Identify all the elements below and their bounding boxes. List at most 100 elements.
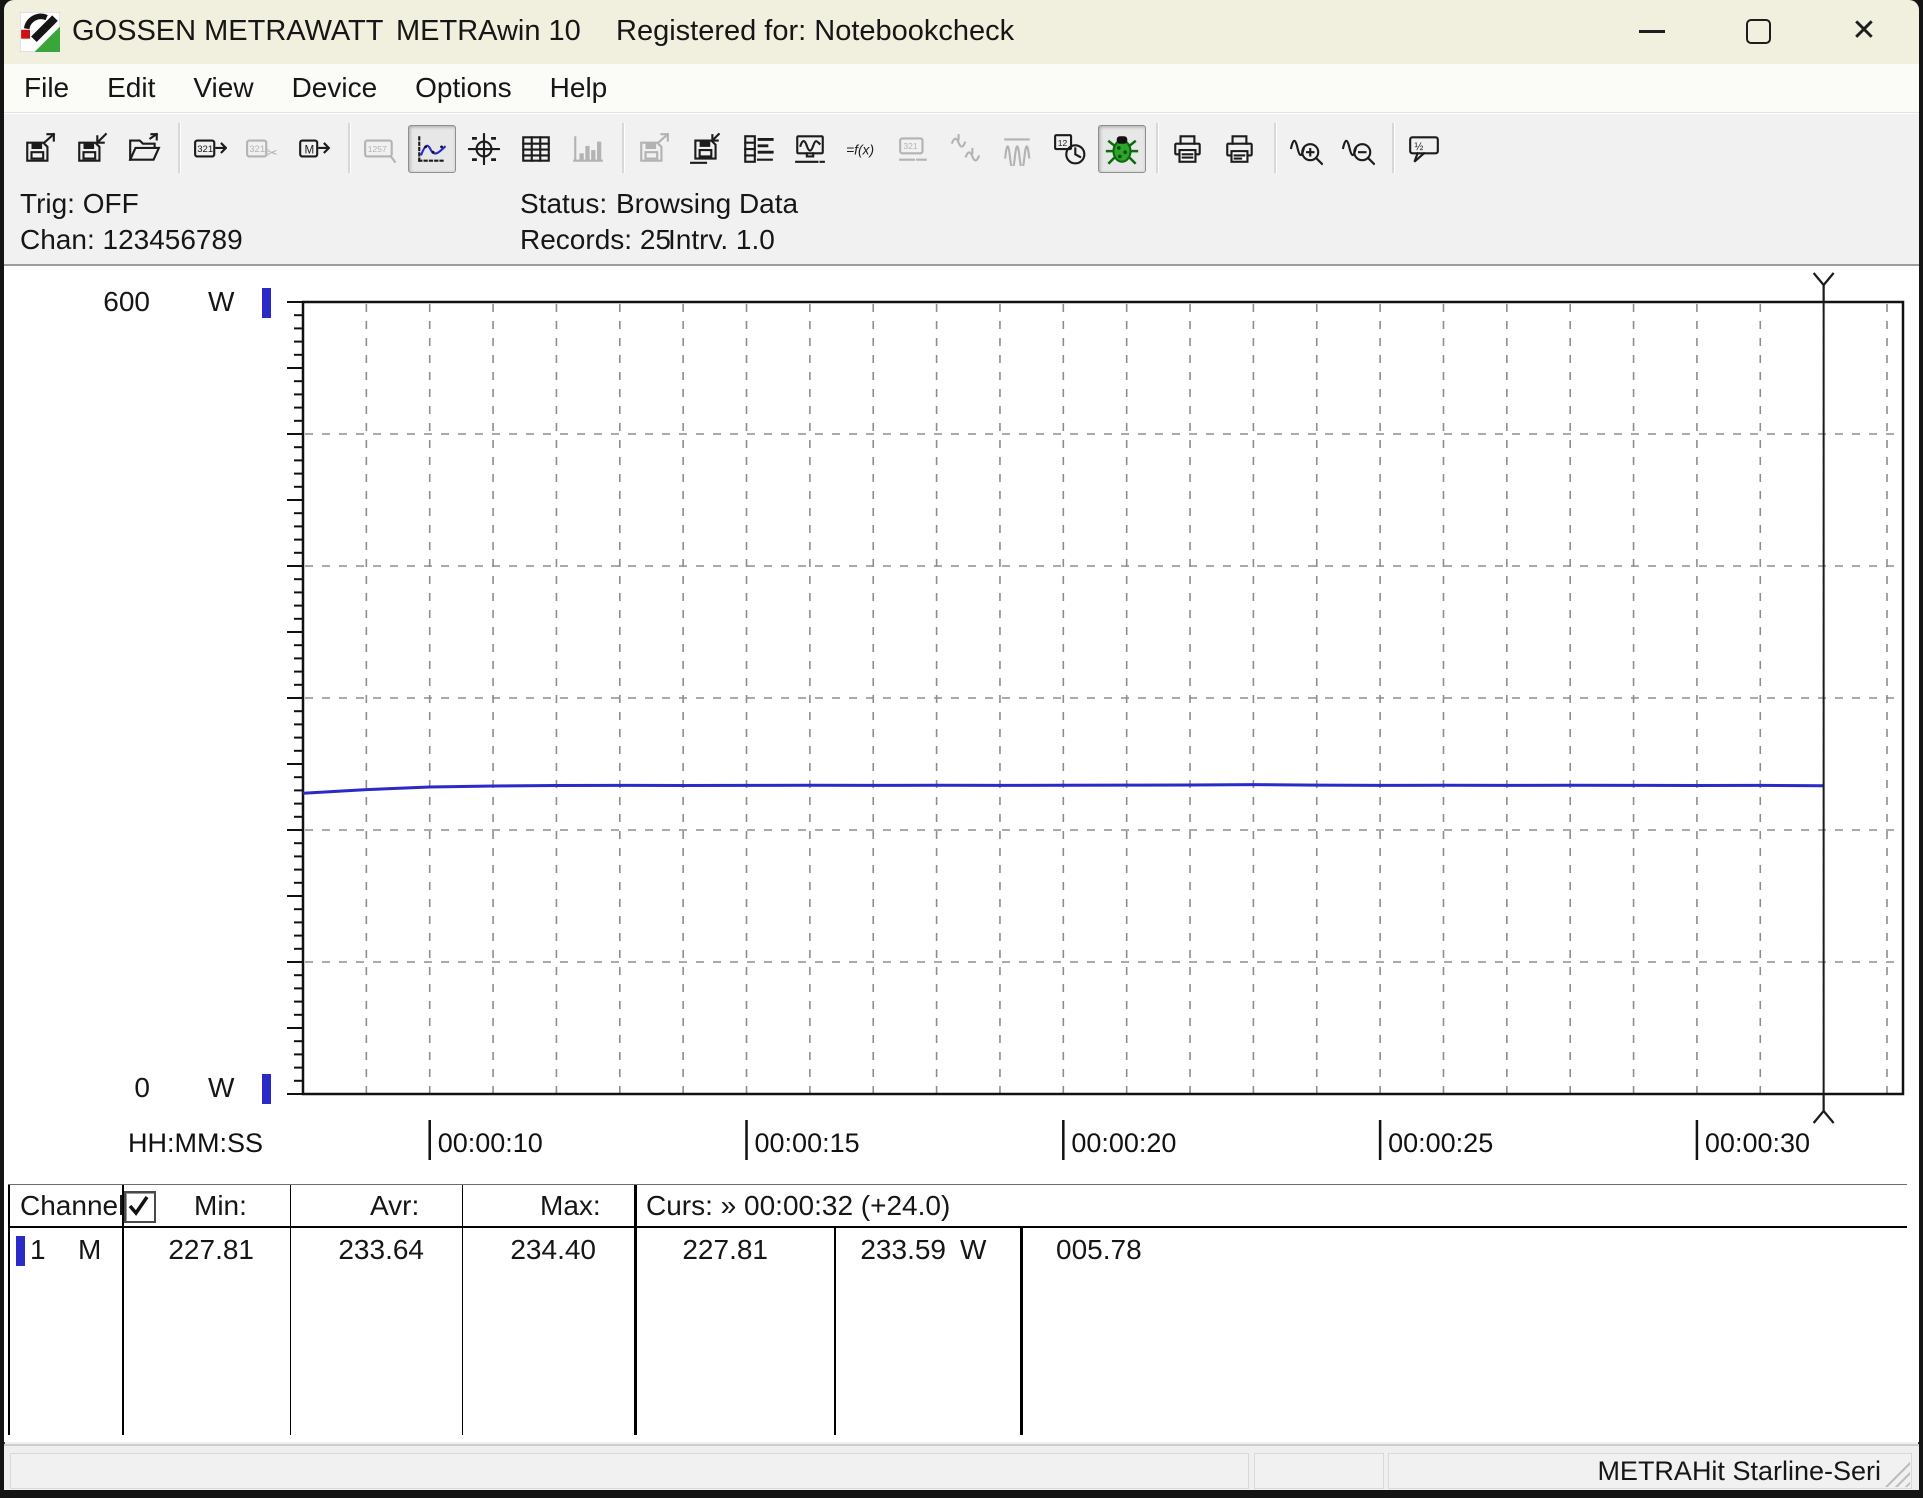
row-avr-value: 233.64: [294, 1234, 424, 1266]
x-axis-label: 00:00:25: [1388, 1128, 1493, 1158]
x-axis-label: 00:00:30: [1705, 1128, 1810, 1158]
formula-icon: =f(x): [845, 132, 879, 166]
x-axis-label: 00:00:20: [1071, 1128, 1176, 1158]
interval-value: Intrv. 1.0: [668, 224, 775, 256]
view-table-button[interactable]: [512, 125, 560, 173]
view-numeric-button[interactable]: 1257: [356, 125, 404, 173]
time-settings-button[interactable]: 12: [1046, 125, 1094, 173]
menu-options[interactable]: Options: [399, 70, 528, 106]
record-list-button[interactable]: [734, 125, 782, 173]
minimize-icon: [1639, 30, 1665, 33]
floppy-store-icon: [689, 132, 723, 166]
print-button[interactable]: [1216, 125, 1264, 173]
table-gridline: [1020, 1228, 1023, 1435]
toolbar-separator: [178, 123, 181, 173]
series-line-channel-1: [303, 785, 1824, 794]
numeric-device-icon: 321: [897, 132, 931, 166]
row-channel-mode: M: [78, 1234, 101, 1266]
open-file-button[interactable]: [120, 125, 168, 173]
titlebar: GOSSEN METRAWATT METRAwin 10 Registered …: [4, 0, 1919, 64]
zoom-in-time-button[interactable]: [1282, 125, 1330, 173]
numeric-display-icon: 1257: [363, 132, 397, 166]
table-border: [8, 1184, 1907, 1185]
cursor-handle-icon: [1824, 1111, 1834, 1123]
svg-text:✂: ✂: [266, 145, 278, 161]
table-gridline: [462, 1185, 463, 1435]
zoom-in-wave-icon: [1289, 132, 1323, 166]
title-app-name: METRAwin 10: [396, 15, 581, 48]
svg-text:½: ½: [1414, 141, 1423, 153]
x-axis-label: 00:00:15: [755, 1128, 860, 1158]
table-gridline: [290, 1185, 291, 1435]
table-icon: [519, 132, 553, 166]
col-header-channel: Channel:: [20, 1190, 132, 1222]
menu-file[interactable]: File: [8, 70, 85, 106]
status-panel: Trig: OFF Chan: 123456789 Status: Browsi…: [4, 183, 1919, 264]
export-data-button[interactable]: [630, 125, 678, 173]
histogram-icon: [571, 132, 605, 166]
table-gridline: [8, 1185, 10, 1435]
notes-button[interactable]: ½: [1400, 125, 1448, 173]
printer-icon: [1223, 132, 1257, 166]
maximize-icon: [1746, 19, 1771, 44]
view-chart-button[interactable]: [408, 125, 456, 173]
live-mode-button[interactable]: [1098, 125, 1146, 173]
col-header-avr: Avr:: [370, 1190, 419, 1222]
crosshair-icon: [467, 132, 501, 166]
m-read-icon: M: [297, 132, 331, 166]
col-header-cursor: Curs: » 00:00:32 (+24.0): [646, 1190, 950, 1222]
toolbar-separator: [348, 123, 351, 173]
menu-help[interactable]: Help: [534, 70, 624, 106]
col-header-max: Max:: [540, 1190, 601, 1222]
read-device-memory-button[interactable]: 321: [186, 125, 234, 173]
row-channel-color: [16, 1236, 25, 1266]
app-window: GOSSEN METRAWATT METRAwin 10 Registered …: [4, 0, 1919, 1490]
memory-read-icon: 321: [193, 132, 227, 166]
menu-device[interactable]: Device: [276, 70, 394, 106]
maximize-button[interactable]: [1732, 10, 1784, 52]
save-file-button[interactable]: [68, 125, 116, 173]
minimize-button[interactable]: [1626, 10, 1678, 52]
cursor-handle-icon: [1814, 273, 1824, 285]
print-preview-button[interactable]: [1164, 125, 1212, 173]
toolbar-separator: [1392, 123, 1395, 173]
channel-visible-checkbox[interactable]: [124, 1191, 156, 1223]
floppy-in-icon: [75, 132, 109, 166]
menubar: File Edit View Device Options Help: [4, 64, 1919, 113]
chart-area: 600 W 0 W 00:00:1000:00:1500:00:2000:00:…: [4, 264, 1919, 1186]
read-measurement-button[interactable]: M: [290, 125, 338, 173]
chart-plot[interactable]: 00:00:1000:00:1500:00:2000:00:2500:00:30…: [4, 266, 1915, 1186]
memory-clear-icon: 321✂: [245, 132, 279, 166]
menu-view[interactable]: View: [177, 70, 269, 106]
line-chart-icon: [415, 132, 449, 166]
toolbar-separator: [1274, 123, 1277, 173]
zoom-out-time-button[interactable]: [1334, 125, 1382, 173]
zoom-out-wave-icon: [1341, 132, 1375, 166]
speech-bubble-icon: ½: [1407, 132, 1441, 166]
export-file-button[interactable]: [16, 125, 64, 173]
online-monitor-button[interactable]: [786, 125, 834, 173]
table-gridline: [634, 1185, 637, 1435]
clear-device-memory-button[interactable]: 321✂: [238, 125, 286, 173]
split-waves-icon: [949, 132, 983, 166]
overlay-curves-button[interactable]: [994, 125, 1042, 173]
channel-status: Chan: 123456789: [20, 224, 243, 256]
formula-button[interactable]: =f(x): [838, 125, 886, 173]
statusbar-panel-1: [10, 1453, 1249, 1489]
svg-text:321: 321: [249, 144, 265, 155]
cursor-mode-button[interactable]: [460, 125, 508, 173]
close-button[interactable]: ✕: [1838, 10, 1890, 52]
store-data-button[interactable]: [682, 125, 730, 173]
toolbar-separator: [1156, 123, 1159, 173]
statusbar: METRAHit Starline-Seri: [4, 1444, 1919, 1490]
menu-edit[interactable]: Edit: [91, 70, 171, 106]
split-curves-button[interactable]: [942, 125, 990, 173]
svg-text:=f(x): =f(x): [846, 141, 874, 157]
row-min-value: 227.81: [122, 1234, 254, 1266]
trigger-status: Trig: OFF: [20, 188, 139, 220]
numeric-panel-button[interactable]: 321: [890, 125, 938, 173]
view-histogram-button[interactable]: [564, 125, 612, 173]
resize-grip[interactable]: [1884, 1461, 1910, 1487]
statusbar-panel-device: METRAHit Starline-Seri: [1388, 1453, 1912, 1489]
clock-icon: 12: [1053, 132, 1087, 166]
